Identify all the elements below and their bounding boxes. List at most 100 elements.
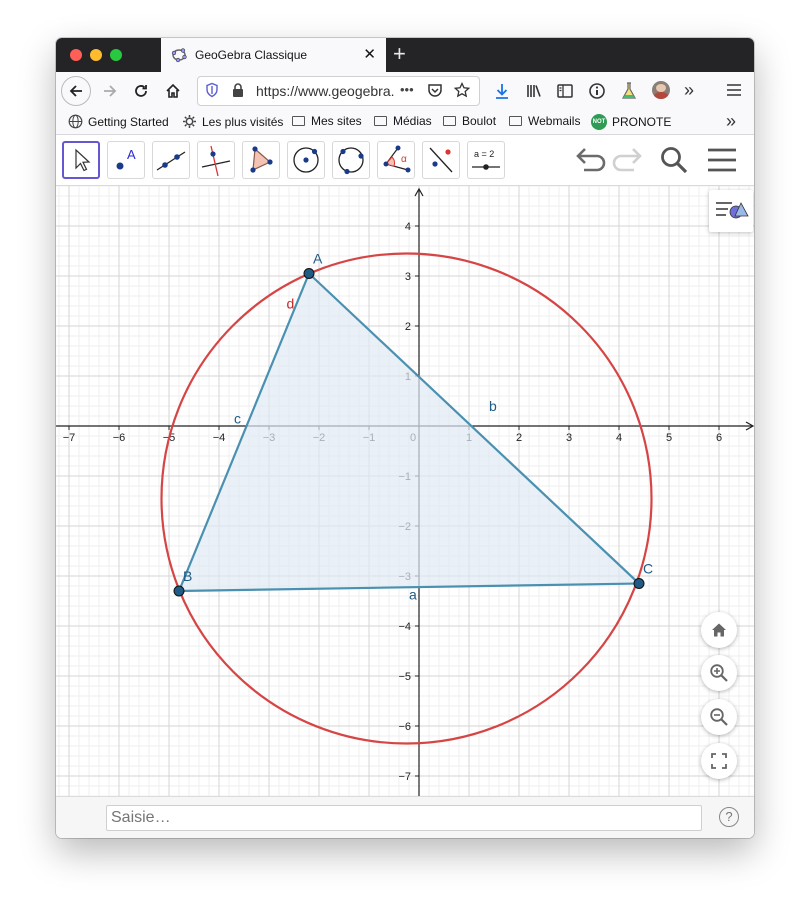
folder-icon [509,116,522,126]
more-tools-icon[interactable]: » [684,80,694,101]
polygon-tool[interactable] [242,141,280,179]
circle-three-points-tool[interactable] [332,141,370,179]
bookmark-label: Médias [393,114,432,128]
bookmark-label: Les plus visités [202,114,284,129]
standard-view-button[interactable] [701,612,737,648]
redo-icon[interactable] [611,146,643,174]
angle-tool[interactable]: α [377,141,415,179]
bookmark-label: PRONOTE [612,115,672,129]
segment-label-a: a [409,586,417,602]
reflect-icon [429,147,453,173]
close-window-button[interactable] [70,49,82,61]
zoom-window-button[interactable] [110,49,122,61]
close-tab-icon[interactable]: ✕ [363,45,376,63]
algebra-input-field[interactable] [106,805,702,831]
url-text: https://www.geogebra.org/classic [256,83,394,99]
navigation-bar: https://www.geogebra.org/classic ••• » [56,72,754,110]
reload-icon [135,85,147,97]
point-B [173,585,185,597]
fullscreen-button[interactable] [701,743,737,779]
x-tick-label: 2 [516,432,522,444]
perpendicular-line-icon [201,145,231,177]
x-tick-label: −6 [113,432,126,444]
bookmark-label: Boulot [462,114,497,128]
library-icon[interactable] [525,82,543,100]
zoom-in-button[interactable] [701,655,737,691]
tracking-shield-icon [206,82,218,98]
bookmark-webmails[interactable]: Webmails [509,114,580,128]
zoom-out-button[interactable] [701,699,737,735]
lock-icon [233,83,243,97]
bookmark-star-icon[interactable] [454,82,470,98]
url-bar[interactable]: https://www.geogebra.org/classic ••• [197,76,480,106]
svg-text:α: α [401,154,407,165]
reload-button[interactable] [126,76,156,106]
point-tool[interactable]: A [107,141,145,179]
point-label-B: B [183,568,192,584]
bookmark-boulot[interactable]: Boulot [443,114,496,128]
segment-label-c: c [234,411,241,427]
x-tick-label: 5 [666,432,672,444]
circle-center-point-tool[interactable] [287,141,325,179]
point-label-A: A [313,251,323,267]
style-bar-toggle[interactable] [709,190,753,232]
pocket-icon[interactable] [427,83,443,98]
y-tick-label: 4 [405,221,411,233]
help-icon[interactable]: ? [719,807,739,827]
bookmark-getting-started[interactable]: Getting Started [68,114,169,129]
slider-icon: a = 2 [472,149,500,170]
move-tool[interactable] [62,141,100,179]
circle-label-d: d [287,296,295,312]
tab-geogebra[interactable]: GeoGebra Classique ✕ [161,38,386,72]
y-tick-label: −7 [398,771,411,783]
browser-window: GeoGebra Classique ✕ + https://www.geoge… [56,38,754,838]
downloads-icon[interactable] [493,82,511,100]
bookmarks-overflow-icon[interactable]: » [726,111,736,132]
page-actions-menu-icon[interactable]: ••• [400,82,414,97]
search-icon[interactable] [659,145,689,175]
point-C [633,578,645,589]
x-tick-label: 4 [616,432,622,444]
info-icon[interactable] [588,82,606,100]
geogebra-logo-icon [171,48,187,63]
bookmark-label: Webmails [528,114,581,128]
main-menu-icon[interactable] [707,147,737,173]
folder-icon [374,116,387,126]
bookmark-label: Getting Started [88,114,169,129]
zoom-out-icon [710,708,728,726]
forward-button[interactable] [95,76,125,106]
home-button[interactable] [158,76,188,106]
arrow-left-icon [69,85,82,97]
flask-extension-icon[interactable] [620,81,638,101]
svg-text:A: A [127,147,136,162]
y-tick-label: 2 [405,321,411,333]
bookmark-medias[interactable]: Médias [374,114,432,128]
bookmarks-bar: Getting Started Les plus visités Mes sit… [56,110,754,135]
back-button[interactable] [61,76,91,106]
fullscreen-icon [711,753,727,769]
slider-tool[interactable]: a = 2 [467,141,505,179]
new-tab-button[interactable]: + [393,41,406,67]
gear-icon [183,115,196,128]
graphics-view[interactable]: −7−6−5−4−3−2−101234564321−1−2−3−4−5−6−7 … [56,186,754,796]
sidebar-icon[interactable] [556,82,574,100]
bookmark-les-plus-visites[interactable]: Les plus visités [182,114,283,129]
style-bar-icon [716,202,749,219]
minimize-window-button[interactable] [90,49,102,61]
bookmark-pronote[interactable]: NOT PRONOTE [591,114,671,130]
pronote-icon: NOT [591,114,607,130]
arrow-right-icon [104,85,117,97]
point-label-C: C [643,561,653,577]
bookmark-mes-sites[interactable]: Mes sites [292,114,362,128]
reflect-tool[interactable] [422,141,460,179]
polygon-icon [250,146,273,173]
x-tick-label: −7 [63,432,76,444]
hamburger-menu-icon[interactable] [726,83,742,97]
perpendicular-line-tool[interactable] [197,141,235,179]
line-tool[interactable] [152,141,190,179]
undo-icon[interactable] [575,146,607,174]
x-tick-label: 3 [566,432,572,444]
point-icon: A [116,147,136,170]
segment-label-b: b [489,398,497,414]
profile-avatar[interactable] [652,81,670,99]
